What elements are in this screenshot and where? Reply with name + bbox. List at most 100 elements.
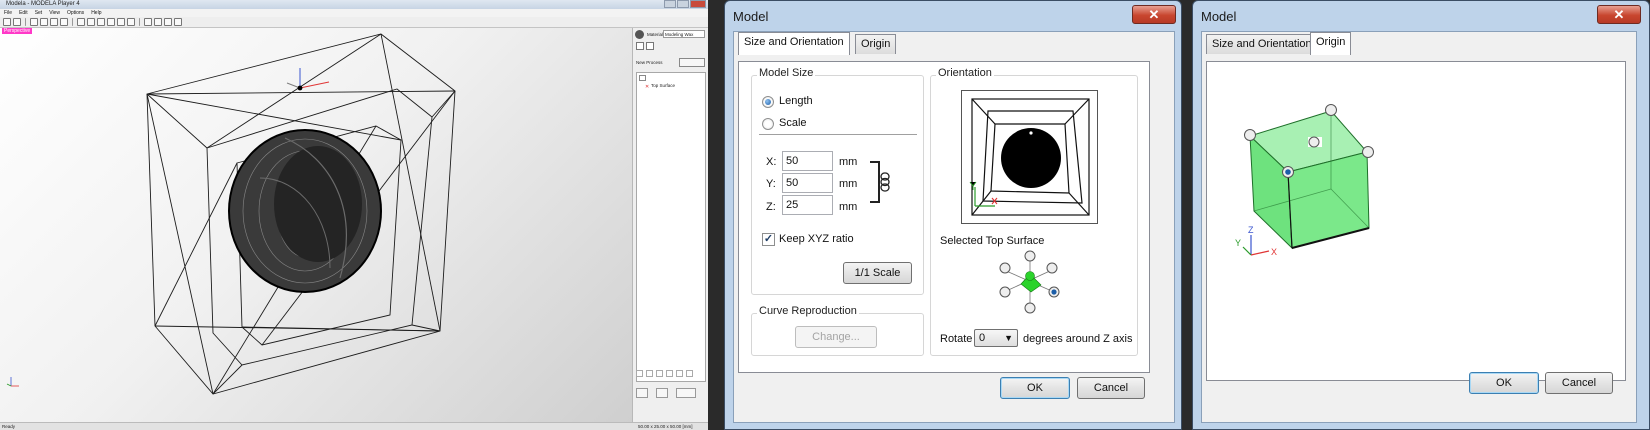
- zoom-in-icon[interactable]: [107, 18, 115, 26]
- origin-corner-radio[interactable]: [1244, 129, 1256, 141]
- x-label: X:: [766, 156, 777, 168]
- tree-item-top-surface[interactable]: Top Surface: [651, 83, 675, 88]
- maximize-button[interactable]: [677, 0, 689, 8]
- surface-front-radio[interactable]: [999, 286, 1011, 298]
- refresh-icon[interactable]: [77, 18, 85, 26]
- menu-options[interactable]: Options: [67, 9, 84, 17]
- length-label: Length: [779, 95, 813, 107]
- model-dimensions: 50.00 x 25.00 x 50.00 [mm]: [638, 424, 693, 429]
- front-view-icon[interactable]: [144, 18, 152, 26]
- length-radio[interactable]: [762, 96, 774, 108]
- one-to-one-scale-button[interactable]: 1/1 Scale: [843, 262, 912, 284]
- ok-button[interactable]: OK: [1469, 372, 1539, 394]
- menu-help[interactable]: Help: [91, 9, 101, 17]
- app-title: Modela - MODELA Player 4: [0, 0, 708, 9]
- tab-size-and-orientation[interactable]: Size and Orientation: [1206, 34, 1318, 54]
- keep-ratio-checkbox[interactable]: ✓: [762, 233, 775, 246]
- rotate-label: Rotate: [940, 333, 973, 345]
- list-view-icon[interactable]: [646, 42, 654, 50]
- menu-view[interactable]: View: [49, 9, 60, 17]
- delete-icon[interactable]: [686, 370, 693, 377]
- curve-reproduction-title: Curve Reproduction: [757, 305, 859, 317]
- toolbar-separator: [25, 18, 26, 26]
- tab-panel: Z X Y: [1206, 61, 1626, 381]
- chevron-down-icon: ▼: [1004, 333, 1013, 343]
- origin-corner-radio[interactable]: [1325, 104, 1337, 116]
- toolbar-separator: [139, 18, 140, 26]
- open-file-icon[interactable]: [13, 18, 21, 26]
- dialog-client: Size and Orientation Origin Z X Y OK Can…: [1201, 31, 1637, 423]
- tab-origin[interactable]: Origin: [1310, 32, 1352, 55]
- material-select[interactable]: Modeling Wax: [663, 30, 705, 38]
- right-side-panel: Material Modeling Wax New Process Top Su…: [632, 28, 708, 422]
- axis-indicator: Z X Y: [1235, 225, 1277, 257]
- new-file-icon[interactable]: [3, 18, 11, 26]
- tab-size-and-orientation[interactable]: Size and Orientation: [738, 32, 850, 55]
- frame-edge: [146, 90, 456, 95]
- redo-icon[interactable]: [646, 370, 653, 377]
- frame-edge: [380, 33, 441, 332]
- origin-center-radio[interactable]: [1308, 136, 1320, 148]
- search-icon[interactable]: [656, 388, 668, 398]
- undo-icon[interactable]: [636, 370, 643, 377]
- rotate-icon[interactable]: [40, 18, 48, 26]
- add-icon[interactable]: [676, 370, 683, 377]
- tab-origin[interactable]: Origin: [855, 34, 897, 54]
- down-icon[interactable]: [666, 370, 673, 377]
- close-button[interactable]: [690, 0, 706, 8]
- surface-bottom-radio[interactable]: [1024, 302, 1036, 314]
- change-button[interactable]: Change...: [795, 326, 877, 348]
- grid-view-icon[interactable]: [636, 42, 644, 50]
- top-view-icon[interactable]: [154, 18, 162, 26]
- process-tree: Top Surface ✕: [636, 72, 706, 382]
- cancel-button[interactable]: Cancel: [1545, 372, 1613, 394]
- cancel-button[interactable]: Cancel: [1077, 377, 1145, 399]
- up-icon[interactable]: [656, 370, 663, 377]
- 3d-viewport[interactable]: Perspective: [0, 28, 632, 422]
- surface-left-radio[interactable]: [999, 262, 1011, 274]
- svg-text:X: X: [1271, 247, 1277, 257]
- toolbar-separator: [72, 18, 73, 26]
- zoom-icon[interactable]: [97, 18, 105, 26]
- move-icon[interactable]: [30, 18, 38, 26]
- menu-edit[interactable]: Edit: [19, 9, 28, 17]
- new-process-label: New Process: [636, 60, 663, 65]
- divider: [759, 134, 917, 135]
- ok-button[interactable]: OK: [1000, 377, 1070, 399]
- close-button[interactable]: ✕: [1132, 5, 1176, 24]
- zoom-window-icon[interactable]: [127, 18, 135, 26]
- surface-selector: [999, 250, 1060, 314]
- surface-top-radio[interactable]: [1024, 250, 1036, 262]
- scale-radio[interactable]: [762, 118, 774, 130]
- view-icon[interactable]: [60, 18, 68, 26]
- chain-link-icon[interactable]: [879, 172, 891, 192]
- new-process-button[interactable]: [679, 58, 705, 67]
- model-dialog-origin: Model ✕ Size and Orientation Origin Z X …: [1192, 0, 1650, 430]
- view-mode-label: Perspective: [2, 28, 33, 34]
- z-input[interactable]: 25: [782, 195, 833, 215]
- cut-icon[interactable]: [676, 388, 696, 398]
- dialog-client: Size and Orientation Origin Model Size L…: [733, 31, 1175, 423]
- preview-icon[interactable]: [636, 388, 648, 398]
- side-view-icon[interactable]: [164, 18, 172, 26]
- menu-file[interactable]: File: [4, 9, 12, 17]
- window-controls: [664, 0, 706, 9]
- menu-bar: File Edit Set View Options Help: [0, 9, 708, 17]
- origin-corner-radio[interactable]: [1362, 146, 1374, 158]
- orbit-icon[interactable]: [50, 18, 58, 26]
- main-app-window: Modela - MODELA Player 4 File Edit Set V…: [0, 0, 708, 430]
- pan-icon[interactable]: [87, 18, 95, 26]
- z-label: Z:: [766, 201, 776, 213]
- rotate-select[interactable]: 0 ▼: [974, 329, 1018, 347]
- surface-right-radio[interactable]: [1046, 262, 1058, 274]
- menu-set[interactable]: Set: [35, 9, 43, 17]
- minimize-button[interactable]: [664, 0, 676, 8]
- x-input[interactable]: 50: [782, 151, 833, 171]
- surface-icon: ✕: [645, 84, 650, 90]
- material-icon: [635, 30, 644, 39]
- y-unit: mm: [839, 178, 858, 190]
- fit-view-icon[interactable]: [117, 18, 125, 26]
- close-button[interactable]: ✕: [1597, 5, 1641, 24]
- iso-view-icon[interactable]: [174, 18, 182, 26]
- y-input[interactable]: 50: [782, 173, 833, 193]
